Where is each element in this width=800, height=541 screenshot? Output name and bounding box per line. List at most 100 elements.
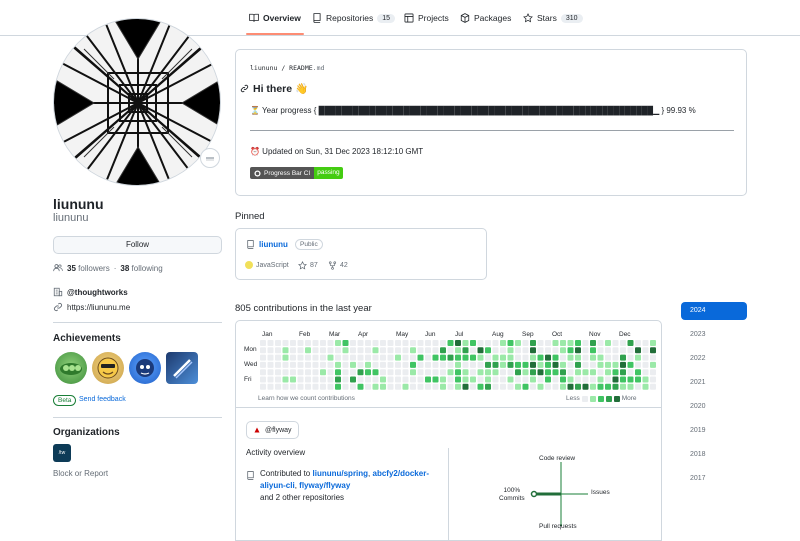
contribution-day-cell[interactable] xyxy=(620,347,626,354)
contribution-day-cell[interactable] xyxy=(335,361,341,368)
contribution-day-cell[interactable] xyxy=(590,354,596,361)
yolo-badge[interactable] xyxy=(92,352,124,384)
contribution-day-cell[interactable] xyxy=(327,361,334,368)
contribution-day-cell[interactable] xyxy=(402,383,409,390)
contribution-day-cell[interactable] xyxy=(260,340,266,346)
year-button-2017[interactable]: 2017 xyxy=(681,470,747,488)
contribution-day-cell[interactable] xyxy=(297,383,304,390)
contribution-day-cell[interactable] xyxy=(305,369,311,376)
contribution-day-cell[interactable] xyxy=(455,376,461,383)
contribution-day-cell[interactable] xyxy=(567,347,574,354)
contribution-day-cell[interactable] xyxy=(372,376,379,383)
contribution-day-cell[interactable] xyxy=(335,347,341,354)
contribution-day-cell[interactable] xyxy=(297,340,304,346)
contribution-day-cell[interactable] xyxy=(342,369,349,376)
contribution-day-cell[interactable] xyxy=(500,347,506,354)
contribution-day-cell[interactable] xyxy=(275,340,281,346)
contribution-day-cell[interactable] xyxy=(462,354,469,361)
contribution-day-cell[interactable] xyxy=(620,376,626,383)
contribution-day-cell[interactable] xyxy=(590,376,596,383)
contribution-day-cell[interactable] xyxy=(455,369,461,376)
pinned-repo-link[interactable]: liununu xyxy=(259,240,288,249)
contribution-day-cell[interactable] xyxy=(387,383,394,390)
contribution-day-cell[interactable] xyxy=(290,347,296,354)
company-name[interactable]: @thoughtworks xyxy=(67,288,128,297)
contribution-day-cell[interactable] xyxy=(575,383,581,390)
contribution-day-cell[interactable] xyxy=(410,354,416,361)
contribution-day-cell[interactable] xyxy=(522,383,529,390)
contribution-day-cell[interactable] xyxy=(387,376,394,383)
progress-bar-ci-badge[interactable]: Progress Bar CI passing xyxy=(250,167,343,179)
contribution-day-cell[interactable] xyxy=(357,369,364,376)
readme-path-user[interactable]: liununu xyxy=(250,64,277,72)
contribution-day-cell[interactable] xyxy=(462,376,469,383)
contribution-day-cell[interactable] xyxy=(552,361,559,368)
contribution-day-cell[interactable] xyxy=(387,340,394,346)
contribution-day-cell[interactable] xyxy=(320,369,326,376)
contribution-day-cell[interactable] xyxy=(372,383,379,390)
contribution-day-cell[interactable] xyxy=(380,340,386,346)
contribution-day-cell[interactable] xyxy=(650,376,656,383)
contribution-day-cell[interactable] xyxy=(440,376,446,383)
contribution-day-cell[interactable] xyxy=(560,347,566,354)
contribution-day-cell[interactable] xyxy=(267,369,274,376)
contribution-day-cell[interactable] xyxy=(612,369,619,376)
contribution-day-cell[interactable] xyxy=(500,354,506,361)
contribution-day-cell[interactable] xyxy=(470,383,476,390)
contribution-day-cell[interactable] xyxy=(485,347,491,354)
contribution-day-cell[interactable] xyxy=(327,347,334,354)
contribution-day-cell[interactable] xyxy=(552,340,559,346)
contribution-day-cell[interactable] xyxy=(327,383,334,390)
contribution-day-cell[interactable] xyxy=(462,361,469,368)
contribution-day-cell[interactable] xyxy=(290,340,296,346)
contribution-day-cell[interactable] xyxy=(365,383,371,390)
contribution-day-cell[interactable] xyxy=(462,383,469,390)
contribution-day-cell[interactable] xyxy=(470,376,476,383)
contribution-day-cell[interactable] xyxy=(642,347,649,354)
contribution-day-cell[interactable] xyxy=(380,361,386,368)
contribution-day-cell[interactable] xyxy=(395,383,401,390)
website-link[interactable]: https://liununu.me xyxy=(67,303,130,312)
contribution-day-cell[interactable] xyxy=(477,347,484,354)
contribution-day-cell[interactable] xyxy=(605,347,611,354)
contribution-day-cell[interactable] xyxy=(447,376,454,383)
contribution-day-cell[interactable] xyxy=(582,383,589,390)
contribution-day-cell[interactable] xyxy=(515,376,521,383)
contribution-day-cell[interactable] xyxy=(545,340,551,346)
contribution-day-cell[interactable] xyxy=(327,376,334,383)
tab-stars[interactable]: Stars 310 xyxy=(523,13,583,23)
contribution-day-cell[interactable] xyxy=(470,361,476,368)
contribution-day-cell[interactable] xyxy=(432,347,439,354)
contribution-day-cell[interactable] xyxy=(635,340,641,346)
contribution-day-cell[interactable] xyxy=(417,383,424,390)
contribution-day-cell[interactable] xyxy=(545,347,551,354)
contribution-day-cell[interactable] xyxy=(425,354,431,361)
contribution-day-cell[interactable] xyxy=(327,340,334,346)
contribution-day-cell[interactable] xyxy=(627,347,634,354)
contribution-day-cell[interactable] xyxy=(492,383,499,390)
contribution-day-cell[interactable] xyxy=(537,369,544,376)
contribution-day-cell[interactable] xyxy=(342,361,349,368)
contribution-day-cell[interactable] xyxy=(275,383,281,390)
contribution-day-cell[interactable] xyxy=(605,361,611,368)
contribution-day-cell[interactable] xyxy=(477,383,484,390)
contribution-day-cell[interactable] xyxy=(395,361,401,368)
repo-stars[interactable]: 87 xyxy=(298,261,318,270)
contribution-day-cell[interactable] xyxy=(395,340,401,346)
contribution-day-cell[interactable] xyxy=(612,347,619,354)
contribution-day-cell[interactable] xyxy=(342,383,349,390)
contribution-day-cell[interactable] xyxy=(350,383,356,390)
contribution-day-cell[interactable] xyxy=(260,376,266,383)
contribution-day-cell[interactable] xyxy=(462,347,469,354)
contribution-day-cell[interactable] xyxy=(312,347,319,354)
contribution-day-cell[interactable] xyxy=(335,369,341,376)
contribution-day-cell[interactable] xyxy=(455,361,461,368)
contribution-day-cell[interactable] xyxy=(642,361,649,368)
contribution-day-cell[interactable] xyxy=(320,347,326,354)
contribution-day-cell[interactable] xyxy=(590,347,596,354)
contribution-day-cell[interactable] xyxy=(537,376,544,383)
contribution-day-cell[interactable] xyxy=(530,347,536,354)
contribution-day-cell[interactable] xyxy=(597,340,604,346)
contribution-day-cell[interactable] xyxy=(260,354,266,361)
contribution-day-cell[interactable] xyxy=(410,340,416,346)
